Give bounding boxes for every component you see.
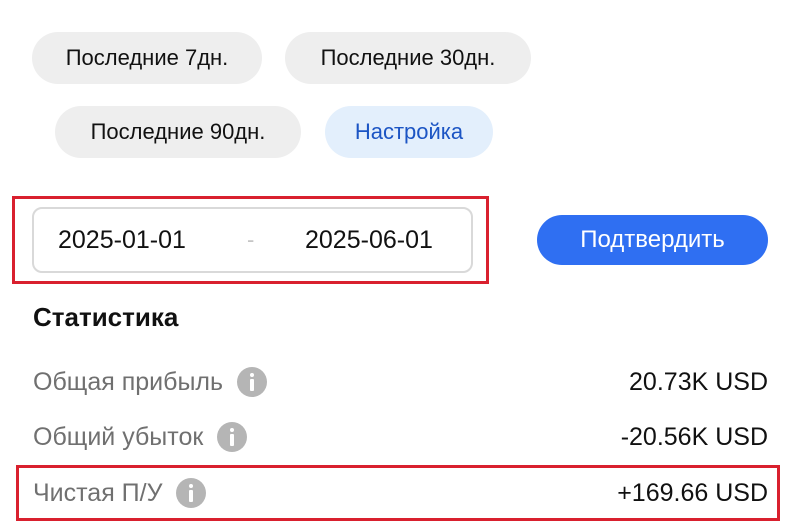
info-icon[interactable] <box>217 422 248 452</box>
stat-label-total-profit: Общая прибыль <box>33 368 224 396</box>
confirm-button[interactable]: Подтвердить <box>537 215 768 265</box>
stat-row-total-profit: Общая прибыль 20.73K USD <box>33 362 768 402</box>
date-range-highlight-box <box>12 196 489 284</box>
period-chip-90-days[interactable]: Последние 90дн. <box>55 106 301 158</box>
statistics-title: Статистика <box>33 302 179 332</box>
info-icon[interactable] <box>237 367 268 397</box>
period-chip-7-days[interactable]: Последние 7дн. <box>32 32 262 84</box>
stat-row-total-loss: Общий убыток -20.56K USD <box>33 417 768 457</box>
period-chip-custom[interactable]: Настройка <box>325 106 493 158</box>
stat-label-total-loss: Общий убыток <box>33 423 204 451</box>
net-pnl-highlight-box <box>16 465 780 521</box>
stat-value-total-loss: -20.56K USD <box>620 423 768 451</box>
stat-value-total-profit: 20.73K USD <box>629 368 768 396</box>
period-chip-30-days[interactable]: Последние 30дн. <box>285 32 531 84</box>
